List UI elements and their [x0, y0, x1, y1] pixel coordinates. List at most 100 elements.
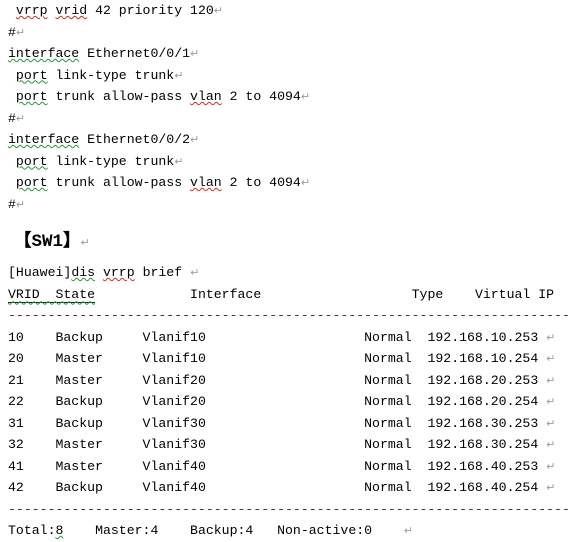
cell-state: Master [55, 372, 143, 388]
cli-keyword: port [15, 89, 48, 104]
cell-interface: Vlanif20 [142, 394, 365, 409]
return-mark-icon: ↵ [174, 68, 184, 82]
cli-config-line: #↵ [0, 22, 570, 44]
cell-state: Backup [55, 394, 143, 409]
cli-keyword: port [15, 175, 48, 190]
table-header-row: VRID State Interface Type Virtual IP ↵ [0, 284, 570, 306]
cli-text: trunk allow-pass [47, 175, 191, 190]
return-mark-icon: ↵ [546, 459, 556, 473]
cell-virtual-ip: 192.168.40.254 [427, 480, 547, 495]
cell-virtual-ip: 192.168.20.253 [427, 372, 547, 388]
summary-total-label: Total: [8, 523, 56, 538]
cli-keyword: interface [8, 46, 80, 61]
cli-config-line: port link-type trunk↵ [0, 151, 570, 173]
cell-interface: Vlanif30 [142, 437, 365, 452]
cell-vrid: 32 [8, 437, 56, 452]
section-heading: 【SW1】 [14, 232, 81, 252]
cell-vrid: 31 [8, 415, 56, 431]
cell-state: Master [55, 351, 143, 366]
return-mark-icon: ↵ [546, 416, 556, 430]
table-header-virtual-ip: Virtual IP [474, 286, 555, 302]
cell-vrid: 41 [8, 458, 56, 474]
summary-backup: Backup:4 [190, 523, 254, 538]
table-row: 32 Master Vlanif30 Normal 192.168.30.254… [0, 434, 570, 456]
section-heading-row: 【SW1】↵ [0, 226, 570, 256]
cli-keyword: interface [8, 132, 80, 147]
cli-text: trunk allow-pass [47, 89, 191, 104]
cli-keyword: port [15, 153, 48, 169]
cli-text: Ethernet0/0/2 [79, 132, 191, 147]
cell-type: Normal [364, 437, 428, 452]
return-mark-icon: ↵ [546, 438, 556, 451]
table-header-interface: Interface [190, 286, 412, 302]
cell-virtual-ip: 192.168.30.253 [427, 415, 547, 431]
cell-interface: Vlanif10 [142, 329, 365, 345]
cell-state: Backup [55, 415, 143, 431]
return-mark-icon: ↵ [403, 524, 413, 537]
cell-type: Normal [364, 351, 428, 366]
command-line: [Huawei]dis vrrp brief ↵ [0, 262, 570, 284]
return-mark-icon: ↵ [213, 4, 223, 17]
cell-type: Normal [364, 415, 428, 431]
cell-type: Normal [364, 458, 428, 474]
cell-type: Normal [364, 329, 428, 345]
cli-text: link-type trunk [47, 67, 175, 83]
table-separator-bottom: ----------------------------------------… [0, 499, 570, 521]
return-mark-icon: ↵ [546, 481, 556, 494]
cell-interface: Vlanif40 [142, 480, 365, 495]
cell-interface: Vlanif10 [142, 351, 365, 366]
return-mark-icon: ↵ [15, 111, 26, 125]
summary-total-value: 8 [55, 523, 64, 538]
cell-virtual-ip: 192.168.30.254 [427, 437, 547, 452]
cli-text: 2 to 4094 [221, 89, 301, 104]
cli-text [48, 3, 56, 18]
cli-keyword: vrrp [15, 3, 48, 18]
cell-interface: Vlanif30 [142, 415, 365, 431]
return-mark-icon: ↵ [546, 395, 556, 408]
cli-config-line: port trunk allow-pass vlan 2 to 4094↵ [0, 172, 570, 194]
cli-command-abbrev: dis [71, 265, 96, 280]
cell-vrid: 22 [8, 394, 56, 409]
cell-type: Normal [364, 372, 428, 388]
table-summary-row: Total:8 Master:4 Backup:4 Non-active:0 ↵ [0, 520, 570, 542]
cli-config-line: vrrp vrid 42 priority 120↵ [0, 0, 570, 22]
return-mark-icon: ↵ [190, 47, 200, 60]
cli-keyword: port [15, 67, 48, 83]
return-mark-icon: ↵ [190, 133, 200, 146]
cell-state: Master [55, 437, 143, 452]
cli-text: # [8, 24, 16, 40]
cli-text: Ethernet0/0/1 [79, 46, 191, 61]
cli-keyword: vlan [190, 175, 222, 190]
table-separator-top: ----------------------------------------… [0, 305, 570, 327]
return-mark-icon: ↵ [190, 266, 200, 279]
return-mark-icon: ↵ [80, 236, 90, 249]
summary-master: Master:4 [95, 523, 159, 538]
summary-nonactive: Non-active:0 [277, 523, 373, 538]
cli-text: # [8, 110, 16, 126]
cell-virtual-ip: 192.168.40.253 [427, 458, 547, 474]
return-mark-icon: ↵ [546, 330, 556, 344]
cli-config-line: #↵ [0, 194, 570, 216]
table-row: 10 Backup Vlanif10 Normal 192.168.10.253… [0, 327, 570, 349]
return-mark-icon: ↵ [300, 176, 311, 189]
cli-text: 42 priority 120 [87, 3, 214, 18]
cli-config-line: #↵ [0, 108, 570, 130]
cell-state: Master [55, 458, 143, 474]
cli-config-line: port trunk allow-pass vlan 2 to 4094↵ [0, 86, 570, 108]
rule: ----------------------------------------… [8, 501, 570, 517]
cli-config-line: port link-type trunk↵ [0, 65, 570, 87]
cli-config-line: interface Ethernet0/0/1↵ [0, 43, 570, 65]
table-row: 21 Master Vlanif20 Normal 192.168.20.253… [0, 370, 570, 392]
cell-type: Normal [364, 480, 428, 495]
return-mark-icon: ↵ [546, 373, 556, 387]
